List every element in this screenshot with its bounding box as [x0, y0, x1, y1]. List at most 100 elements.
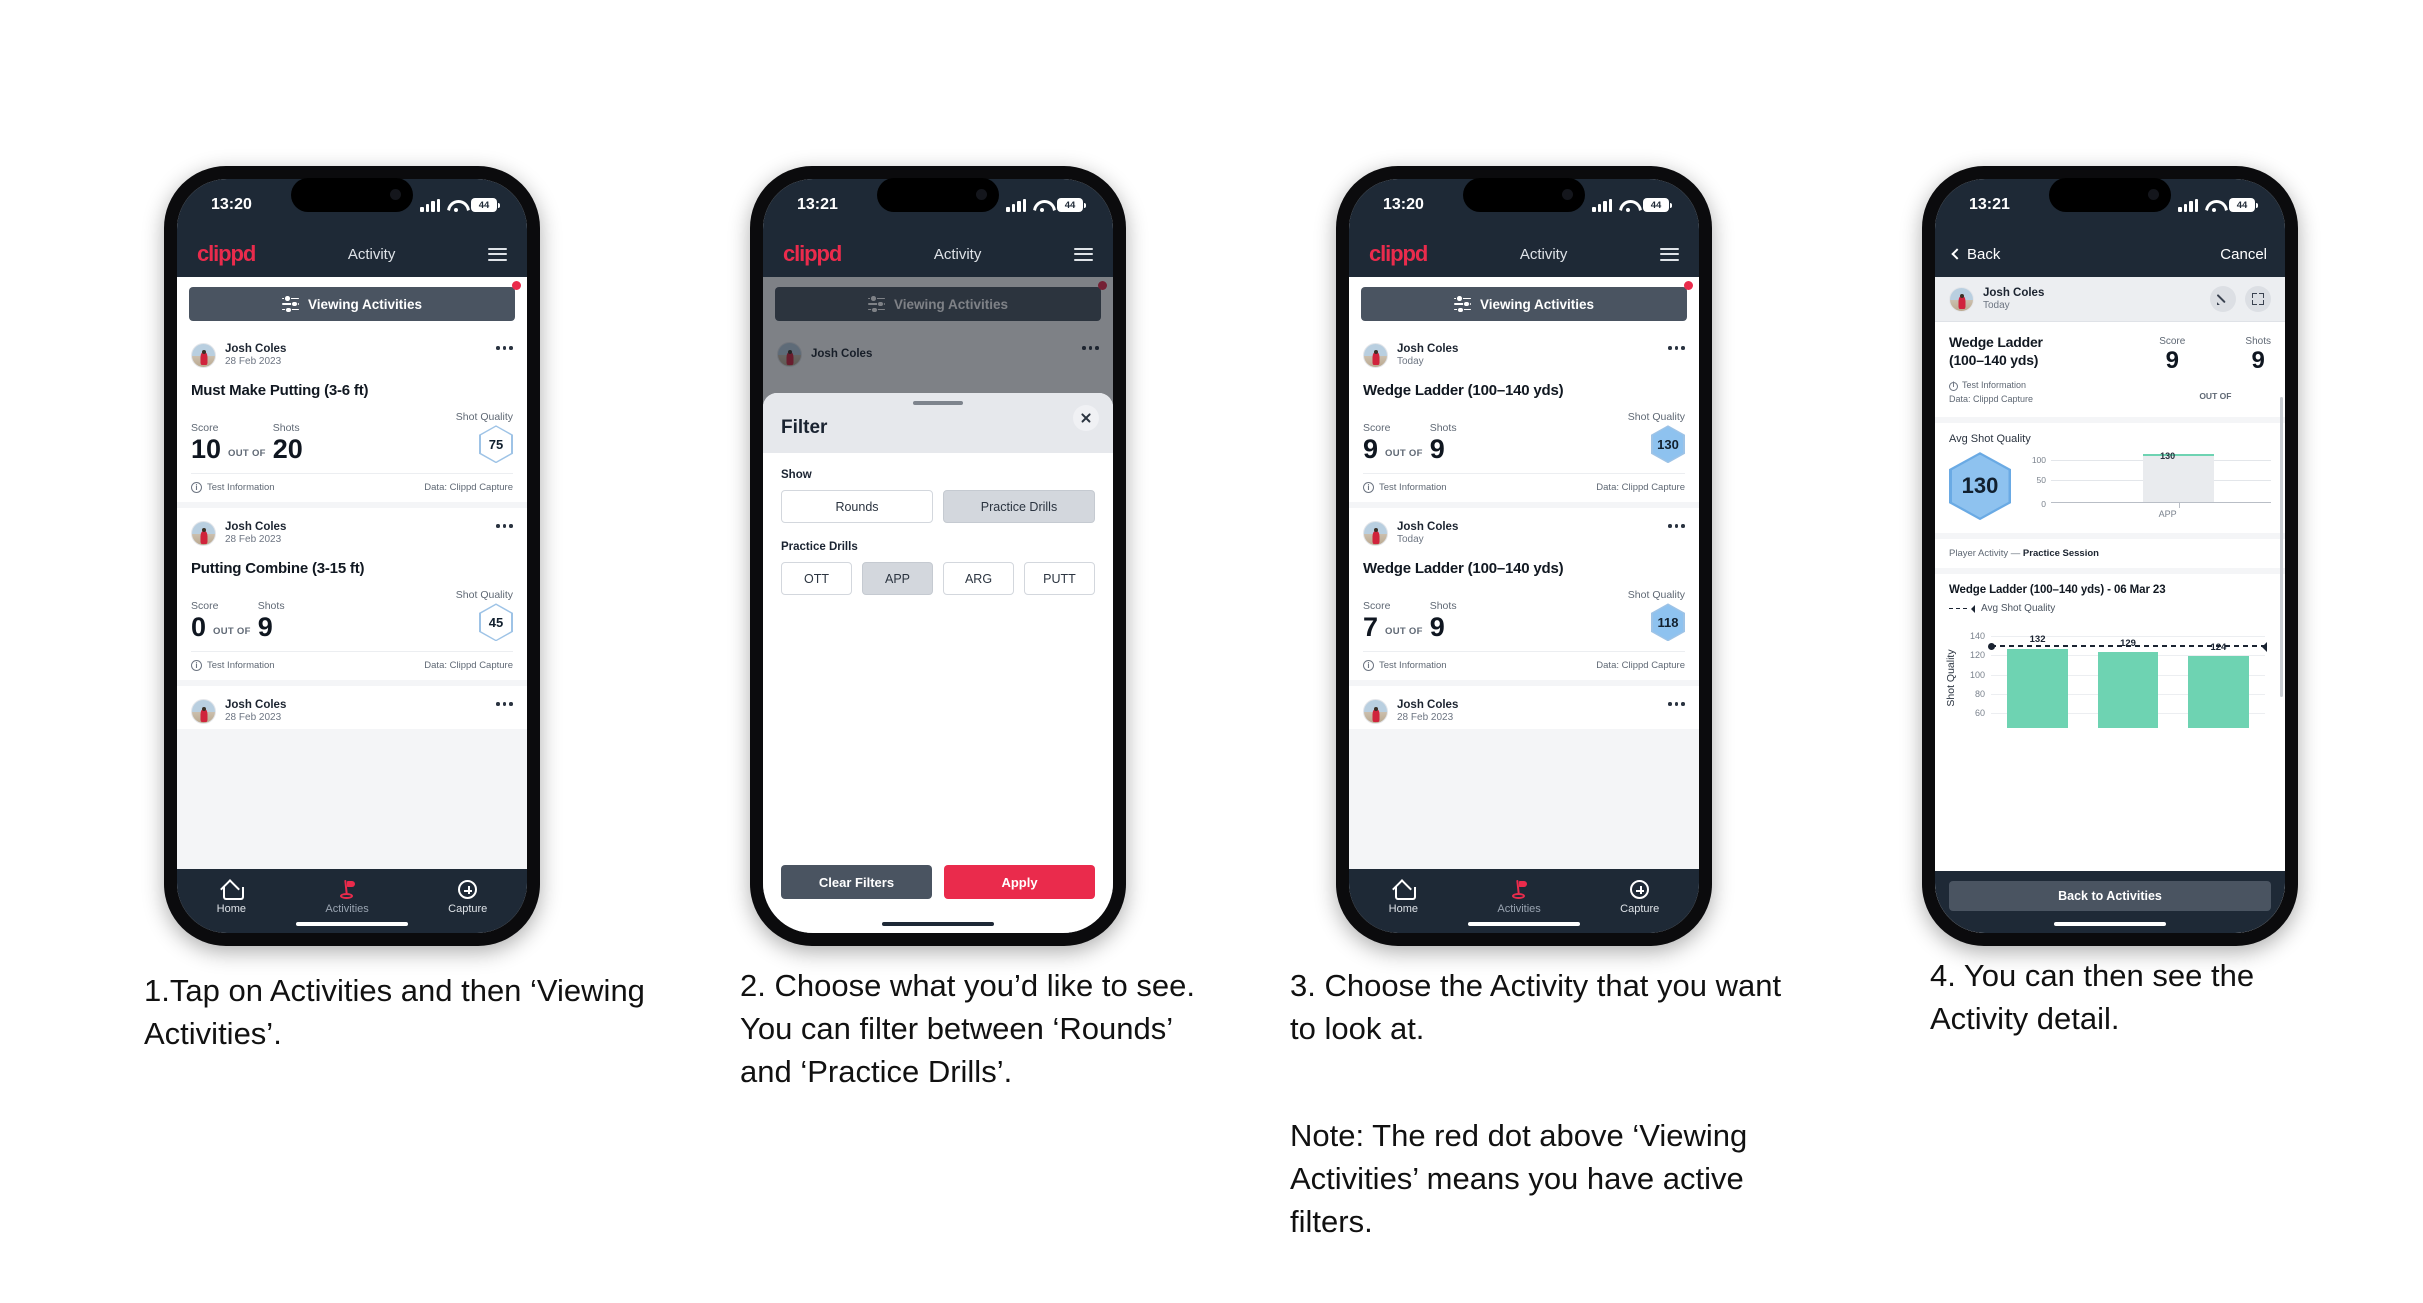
shots-label: Shots: [1429, 600, 1457, 613]
chevron-left-icon: [1951, 248, 1963, 260]
chart-ytick: 60: [1974, 708, 1985, 719]
chart-title: Wedge Ladder (100–140 yds) - 06 Mar 23: [1949, 584, 2166, 597]
home-indicator: [2054, 922, 2166, 926]
drill-option-app[interactable]: APP: [862, 562, 933, 595]
drill-option-arg[interactable]: ARG: [943, 562, 1014, 595]
score-metric: Score 7 OUT OF: [1363, 600, 1430, 641]
shot-quality-metric: Shot Quality 75: [456, 411, 513, 464]
score-metric: Score 9 OUT OF: [1363, 422, 1430, 463]
card-header: Josh Coles Today: [1363, 330, 1685, 372]
card-overflow-menu-icon[interactable]: [496, 524, 513, 528]
card-overflow-menu-icon[interactable]: [496, 702, 513, 706]
show-option-rounds[interactable]: Rounds: [781, 490, 933, 523]
chart-ytick: 120: [1969, 650, 1985, 661]
apply-button[interactable]: Apply: [944, 865, 1095, 899]
player-activity-row: Player Activity — Practice Session: [1935, 533, 2285, 569]
viewing-activities-button[interactable]: Viewing Activities: [189, 287, 515, 321]
chart-ytick: 140: [1969, 631, 1985, 642]
plus-circle-icon: [458, 880, 478, 899]
edit-button[interactable]: [2210, 286, 2236, 313]
activity-card[interactable]: Josh Coles 28 Feb 2023: [177, 686, 527, 729]
phone-4: 13:21 44 Back Cancel Josh Coles Today We…: [1922, 166, 2298, 946]
avatar: [191, 342, 216, 368]
menu-icon[interactable]: [1659, 247, 1679, 261]
tab-capture[interactable]: Capture: [1620, 879, 1659, 915]
tab-home[interactable]: Home: [1389, 879, 1418, 915]
shot-quality-label: Shot Quality: [455, 589, 513, 602]
shots-value: 9: [1429, 612, 1445, 643]
info-icon[interactable]: i: [191, 482, 202, 494]
tab-activities[interactable]: Activities: [1497, 879, 1541, 915]
data-source-label: Data: Clippd Capture: [1596, 660, 1685, 672]
chart-data-label: 124: [2210, 641, 2227, 653]
cancel-button[interactable]: Cancel: [2220, 246, 2267, 263]
status-time: 13:20: [1383, 196, 1424, 213]
avg-quality-mini-chart: 100 50 0 130 APP: [2025, 451, 2271, 521]
activity-card[interactable]: Josh Coles 28 Feb 2023: [1349, 686, 1699, 729]
test-information-label: Test Information: [207, 660, 275, 672]
card-overflow-menu-icon[interactable]: [1668, 524, 1685, 528]
avatar: [191, 520, 216, 546]
info-icon[interactable]: i: [191, 660, 202, 672]
activity-list-screen: Viewing Activities Josh Coles 28 Feb 202…: [177, 277, 527, 869]
avg-shot-quality-section: Avg Shot Quality 130 100 50 0 130 APP: [1935, 417, 2285, 534]
chart-ytick: 100: [1969, 669, 1985, 680]
clippd-logo[interactable]: clippd: [783, 241, 842, 267]
back-label: Back: [1967, 245, 2001, 263]
menu-icon[interactable]: [487, 247, 507, 261]
detail-shots-label: Shots: [2245, 336, 2271, 348]
activity-card[interactable]: Josh Coles 28 Feb 2023 Must Make Putting…: [177, 330, 527, 509]
out-of-label: OUT OF: [228, 448, 266, 460]
expand-button[interactable]: [2245, 286, 2271, 313]
dynamic-island: [1463, 178, 1585, 212]
app-bar: clippd Activity: [177, 231, 527, 277]
activity-card[interactable]: Josh Coles 28 Feb 2023 Putting Combine (…: [177, 508, 527, 687]
shots-metric: Shots 9: [1430, 600, 1457, 641]
tab-home[interactable]: Home: [217, 879, 246, 915]
drill-option-putt[interactable]: PUTT: [1024, 562, 1095, 595]
phone-2: 13:21 44 clippd Activity Viewing Activit…: [750, 166, 1126, 946]
tab-activities-label: Activities: [1497, 903, 1541, 915]
card-footer: i Test Information Data: Clippd Capture: [1363, 473, 1685, 502]
drag-handle[interactable]: [913, 401, 963, 405]
chart-bar: [2188, 656, 2249, 729]
close-button[interactable]: [1073, 405, 1099, 431]
card-date: 28 Feb 2023: [225, 712, 282, 724]
clear-filters-button[interactable]: Clear Filters: [781, 865, 932, 899]
caption-step-4: 4. You can then see the Activity detail.: [1930, 958, 2255, 1036]
card-overflow-menu-icon[interactable]: [1668, 346, 1685, 350]
caption-step-1: 1.Tap on Activities and then ‘Viewing Ac…: [144, 973, 645, 1051]
viewing-activities-button[interactable]: Viewing Activities: [1361, 287, 1687, 321]
info-icon[interactable]: i: [1363, 482, 1374, 494]
card-overflow-menu-icon[interactable]: [496, 346, 513, 350]
scrollbar[interactable]: [2280, 397, 2283, 697]
drill-option-ott[interactable]: OTT: [781, 562, 852, 595]
clippd-logo[interactable]: clippd: [1369, 241, 1428, 267]
activity-card[interactable]: Josh Coles Today Wedge Ladder (100–140 y…: [1349, 508, 1699, 687]
back-to-activities-button[interactable]: Back to Activities: [1949, 881, 2271, 911]
shot-quality-label: Shot Quality: [1627, 411, 1685, 424]
card-overflow-menu-icon[interactable]: [1668, 702, 1685, 706]
player-activity-prefix: Player Activity —: [1949, 548, 2023, 560]
data-source-label: Data: Clippd Capture: [424, 482, 513, 494]
info-icon[interactable]: i: [1949, 381, 1958, 391]
mini-chart-ytick: 0: [2041, 499, 2046, 510]
test-information-label: Test Information: [1379, 482, 1447, 494]
show-option-practice-drills[interactable]: Practice Drills: [943, 490, 1095, 523]
tab-capture[interactable]: Capture: [448, 879, 487, 915]
card-user-name: Josh Coles: [1397, 699, 1459, 712]
home-indicator: [1468, 922, 1580, 926]
caption-step-2: 2. Choose what you’d like to see. You ca…: [740, 968, 1195, 1089]
clippd-logo[interactable]: clippd: [197, 241, 256, 267]
back-button[interactable]: Back: [1951, 245, 2001, 263]
tab-activities[interactable]: Activities: [325, 879, 369, 915]
activity-card[interactable]: Josh Coles Today Wedge Ladder (100–140 y…: [1349, 330, 1699, 509]
app-bar-title: Activity: [1519, 245, 1568, 263]
info-icon[interactable]: i: [1363, 660, 1374, 672]
cellular-signal-icon: [420, 198, 440, 212]
score-value: 10: [191, 434, 222, 465]
menu-icon[interactable]: [1073, 247, 1093, 261]
detail-data-source: Data: Clippd Capture: [1949, 394, 2034, 405]
viewing-activities-label: Viewing Activities: [307, 296, 423, 312]
card-date: 28 Feb 2023: [1397, 712, 1454, 724]
